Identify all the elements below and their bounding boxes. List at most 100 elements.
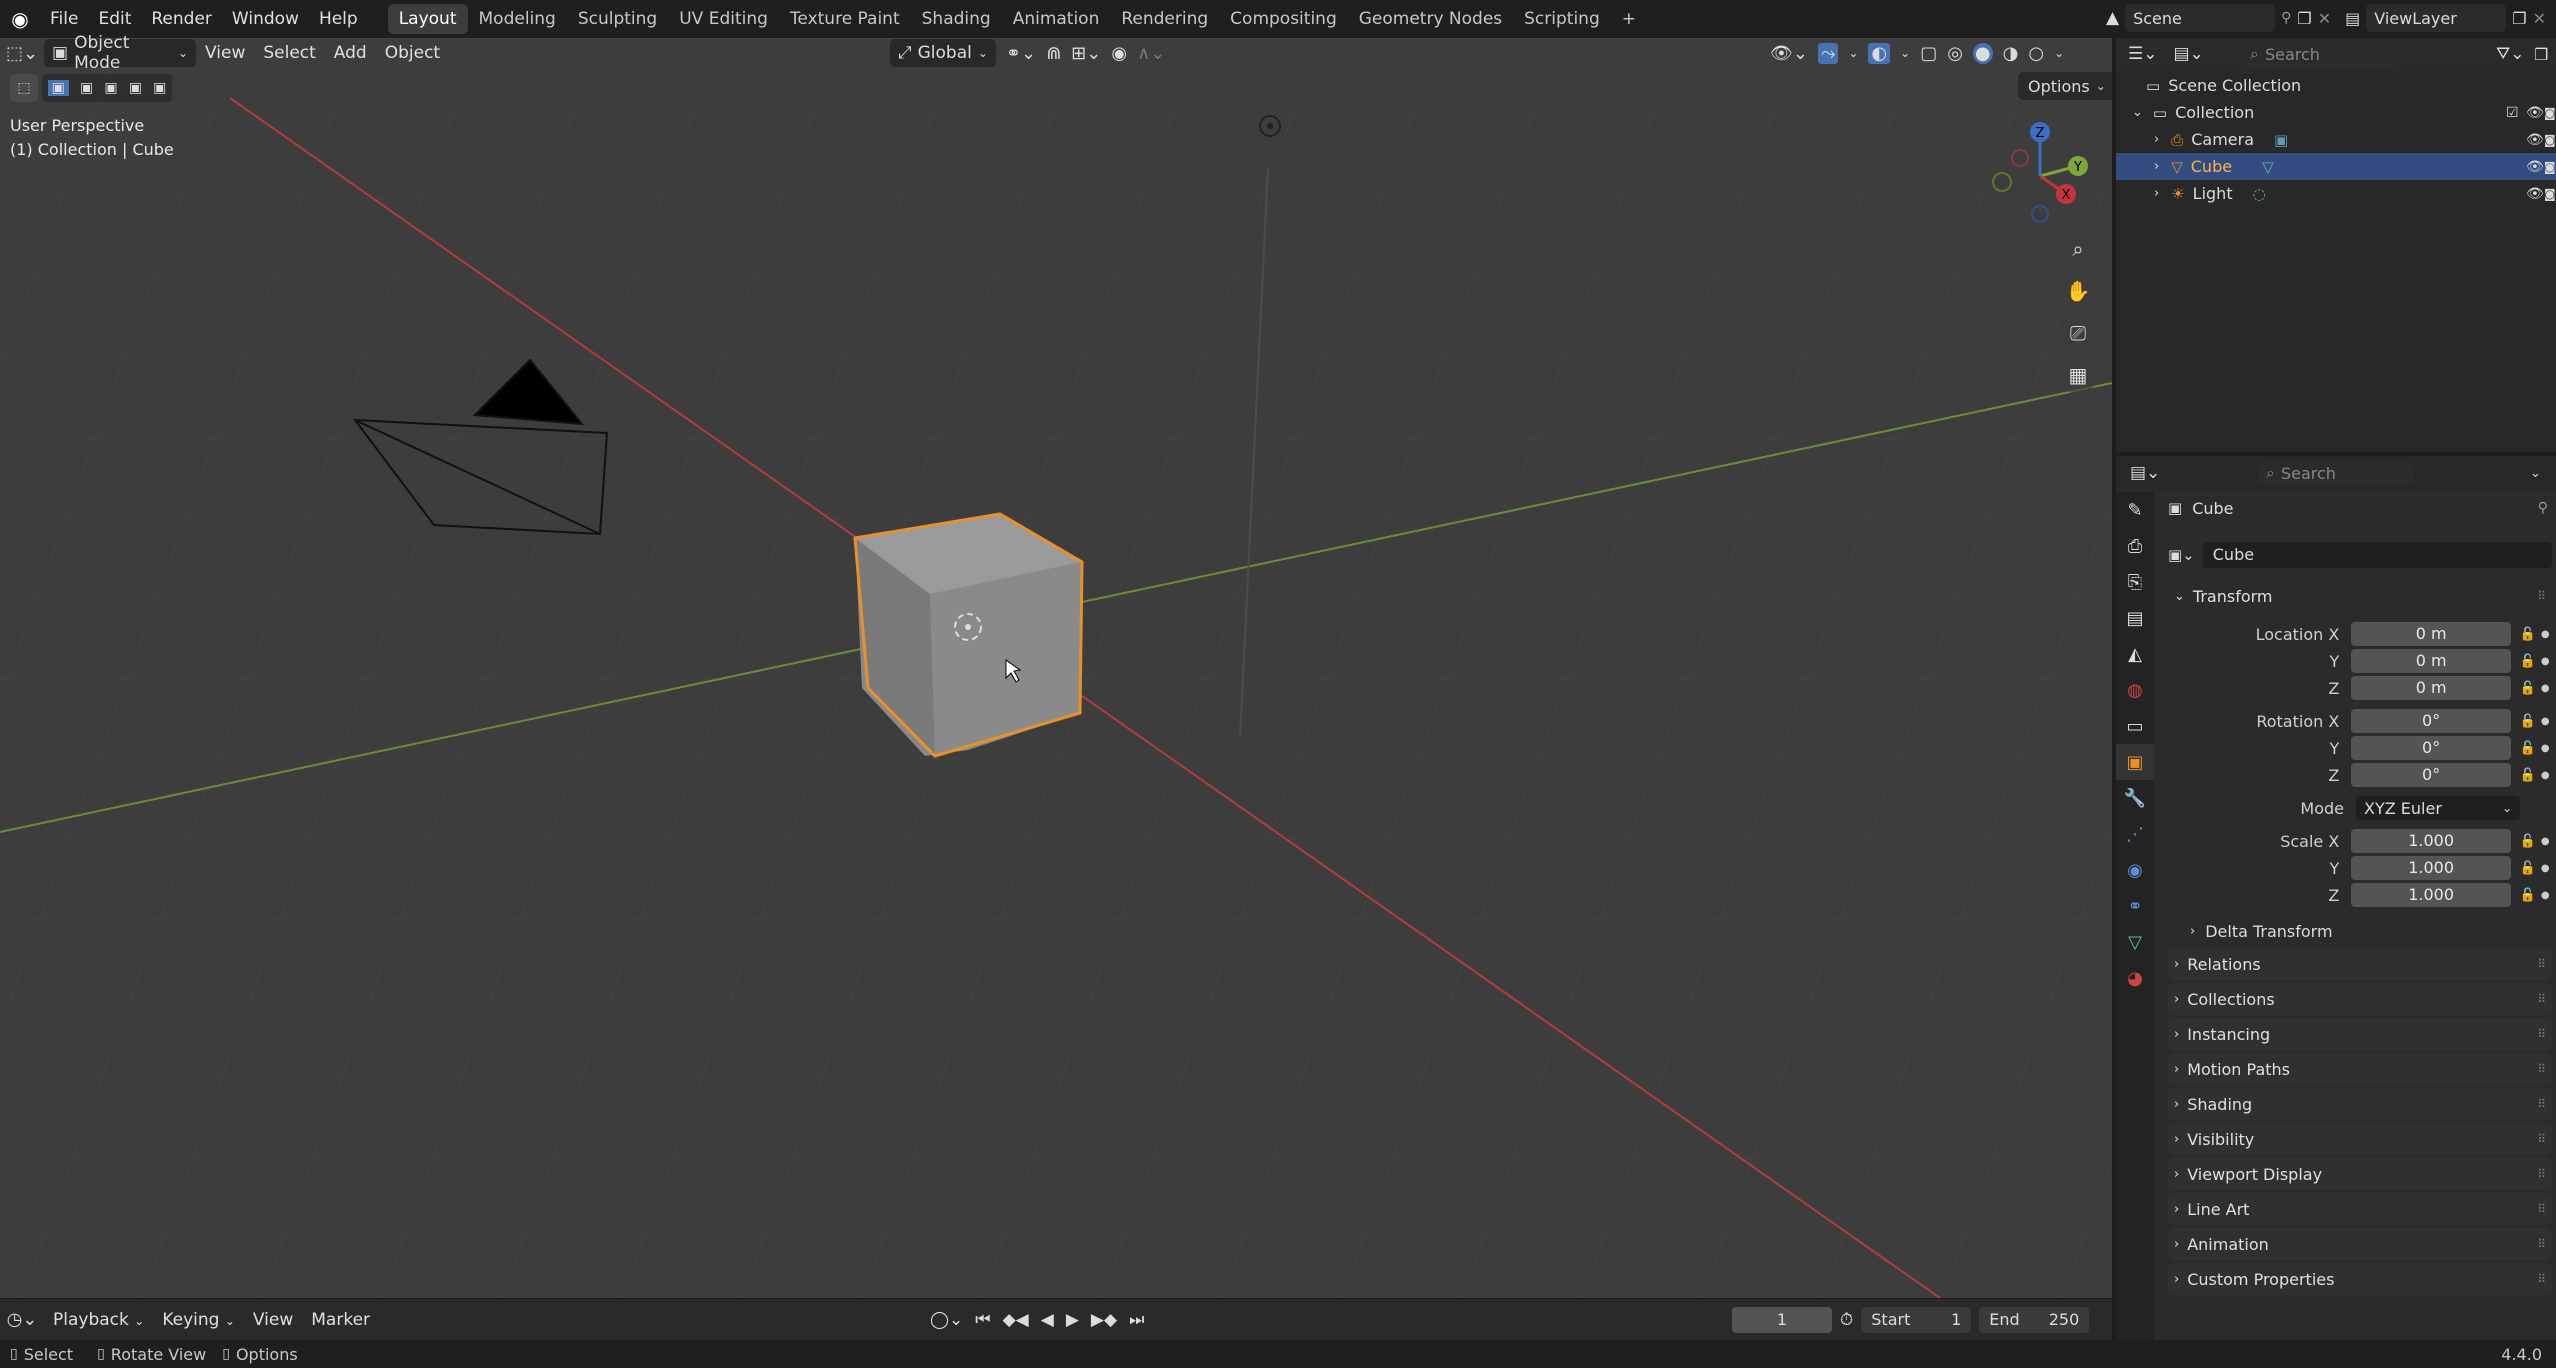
data-tab-icon[interactable]: ▽ (2116, 924, 2154, 960)
drag-handle-icon[interactable]: ⠿ (2537, 1272, 2546, 1286)
viewport-menu-select[interactable]: Select (254, 43, 324, 63)
transform-panel-header[interactable]: ⌄ Transform ⠿ (2168, 580, 2552, 612)
collection-tab-icon[interactable]: ▭ (2116, 708, 2154, 744)
particles-tab-icon[interactable]: ⋰ (2116, 816, 2154, 852)
object-name-field[interactable]: Cube (2202, 542, 2552, 568)
new-scene-icon[interactable]: ❐ (2297, 9, 2311, 28)
outliner-collection[interactable]: ⌄ ▭ Collection ☑ 👁 ◙ (2116, 99, 2556, 126)
view-layer-icon[interactable]: ▤ (2345, 9, 2360, 28)
scale-y-field[interactable]: 1.000 (2351, 856, 2511, 880)
lock-icon[interactable]: 🔓 (2517, 741, 2538, 756)
material-tab-icon[interactable]: ◕ (2116, 960, 2154, 996)
scene-tab-icon[interactable]: ◭ (2116, 636, 2154, 672)
keyframe-dot-icon[interactable]: ● (2538, 656, 2552, 667)
chevron-down-icon[interactable]: ⌄ (2132, 105, 2143, 120)
outliner-search-input[interactable]: ⌕ Search (2242, 42, 2398, 66)
jump-to-keyframe-prev-icon[interactable]: ◆◀ (1003, 1310, 1029, 1330)
outliner-item-camera[interactable]: › ⎙ Camera ▣ 👁 ◙ (2116, 126, 2556, 153)
keyframe-dot-icon[interactable]: ● (2538, 716, 2552, 727)
eye-icon[interactable]: 👁 (2526, 132, 2544, 148)
mode-selector[interactable]: ▣ Object Mode ⌄ (44, 33, 196, 73)
keyframe-dot-icon[interactable]: ● (2538, 683, 2552, 694)
constraints-tab-icon[interactable]: ⚭ (2116, 888, 2154, 924)
outliner-editor-type-icon[interactable]: ☰⌄ (2128, 44, 2157, 64)
pin-icon[interactable]: ⚲ (2538, 500, 2548, 516)
drag-handle-icon[interactable]: ⠿ (2537, 992, 2546, 1006)
keyframe-dot-icon[interactable]: ● (2538, 890, 2552, 901)
lock-icon[interactable]: 🔓 (2517, 627, 2538, 642)
visibility-selector-icon[interactable]: 👁⌄ (1770, 43, 1808, 64)
zoom-icon[interactable]: ⌕ (2059, 230, 2097, 268)
3d-viewport[interactable]: Z Y X ⌕ ✋ ⎚ ▦ User Perspective (1) Colle… (0, 38, 2112, 1298)
play-icon[interactable]: ▶ (1066, 1310, 1079, 1330)
tab-geometry-nodes[interactable]: Geometry Nodes (1348, 4, 1513, 34)
snap-icon[interactable]: ⋒ (1046, 43, 1061, 64)
viewport-menu-object[interactable]: Object (376, 43, 449, 63)
rendered-shading-icon[interactable]: ○ (2028, 43, 2044, 64)
chevron-right-icon[interactable]: › (2154, 159, 2159, 174)
keyframe-dot-icon[interactable]: ● (2538, 770, 2552, 781)
scene-selector[interactable]: Scene (2125, 4, 2276, 32)
camera-view-icon[interactable]: ⎚ (2059, 314, 2097, 352)
tab-shading[interactable]: Shading (911, 4, 1002, 34)
keyframe-dot-icon[interactable]: ● (2538, 836, 2552, 847)
scale-x-field[interactable]: 1.000 (2351, 829, 2511, 853)
falloff-icon[interactable]: ∧⌄ (1137, 43, 1165, 64)
pivot-icon[interactable]: ⚭⌄ (1006, 43, 1036, 64)
render-tab-icon[interactable]: ⎙ (2116, 528, 2154, 564)
lock-icon[interactable]: 🔓 (2517, 834, 2538, 849)
panel-custom-properties[interactable]: › Custom Properties ⠿ (2168, 1263, 2552, 1295)
drag-handle-icon[interactable]: ⠿ (2537, 1027, 2546, 1041)
rotation-x-field[interactable]: 0° (2351, 709, 2511, 733)
new-view-layer-icon[interactable]: ❐ (2512, 9, 2526, 28)
exclude-checkbox-icon[interactable]: ☑ (2506, 105, 2519, 121)
scale-z-field[interactable]: 1.000 (2351, 883, 2511, 907)
drag-handle-icon[interactable]: ⠿ (2537, 957, 2546, 971)
props-editor-type-icon[interactable]: ▤⌄ (2130, 463, 2160, 483)
keyframe-dot-icon[interactable]: ● (2538, 863, 2552, 874)
timeline-menu-keying[interactable]: Keying ⌄ (153, 1310, 244, 1330)
xray-toggle-icon[interactable]: ▢ (1920, 43, 1937, 64)
delta-transform-header[interactable]: › Delta Transform (2186, 918, 2556, 944)
output-tab-icon[interactable]: ⎘ (2116, 564, 2154, 600)
keyframe-dot-icon[interactable]: ● (2538, 743, 2552, 754)
panel-motion-paths[interactable]: › Motion Paths ⠿ (2168, 1053, 2552, 1085)
panel-viewport-display[interactable]: › Viewport Display ⠿ (2168, 1158, 2552, 1190)
panel-visibility[interactable]: › Visibility ⠿ (2168, 1123, 2552, 1155)
drag-handle-icon[interactable]: ⠿ (2537, 1062, 2546, 1076)
panel-shading[interactable]: › Shading ⠿ (2168, 1088, 2552, 1120)
eye-icon[interactable]: 👁 (2526, 159, 2544, 175)
tool-tab-icon[interactable]: ✎ (2116, 492, 2154, 528)
scene-icon[interactable]: ▲ (2106, 8, 2119, 28)
panel-line-art[interactable]: › Line Art ⠿ (2168, 1193, 2552, 1225)
tab-uv-editing[interactable]: UV Editing (668, 4, 779, 34)
proportional-edit-icon[interactable]: ◉ (1111, 43, 1127, 64)
eye-icon[interactable]: 👁 (2526, 186, 2544, 202)
timeline-menu-marker[interactable]: Marker (302, 1310, 379, 1330)
timeline-menu-playback[interactable]: Playback ⌄ (44, 1310, 153, 1330)
view-layer-selector[interactable]: ViewLayer (2366, 4, 2507, 32)
render-camera-icon[interactable]: ◙ (2544, 187, 2556, 201)
lock-icon[interactable]: 🔓 (2517, 654, 2538, 669)
timeline-editor-type-icon[interactable]: ◷⌄ (0, 1309, 44, 1330)
tab-layout[interactable]: Layout (387, 4, 468, 34)
select-tool-icon[interactable]: ⬚ (10, 74, 38, 102)
chevron-right-icon[interactable]: › (2154, 186, 2159, 201)
chevron-down-icon[interactable]: ⌄ (1900, 46, 1910, 60)
viewport-menu-add[interactable]: Add (325, 43, 376, 63)
location-y-field[interactable]: 0 m (2351, 649, 2511, 673)
properties-search-input[interactable]: ⌕ Search (2258, 461, 2414, 485)
play-reverse-icon[interactable]: ◀ (1041, 1310, 1054, 1330)
menu-window[interactable]: Window (222, 0, 309, 38)
viewport-menu-view[interactable]: View (196, 43, 254, 63)
object-browse-icon[interactable]: ▣⌄ (2168, 546, 2195, 564)
end-frame-field[interactable]: End 250 (1979, 1306, 2090, 1333)
lock-icon[interactable]: 🔓 (2517, 768, 2538, 783)
mode-invert-icon[interactable]: ▣ (129, 80, 142, 96)
options-button[interactable]: Options ⌄ (2018, 72, 2112, 100)
drag-handle-icon[interactable]: ⠿ (2537, 1132, 2546, 1146)
eye-icon[interactable]: 👁 (2526, 105, 2544, 121)
panel-relations[interactable]: › Relations ⠿ (2168, 948, 2552, 980)
outliner-item-light[interactable]: › ☀ Light ◌ 👁 ◙ (2116, 180, 2556, 207)
object-tab-icon[interactable]: ▣ (2116, 744, 2154, 780)
